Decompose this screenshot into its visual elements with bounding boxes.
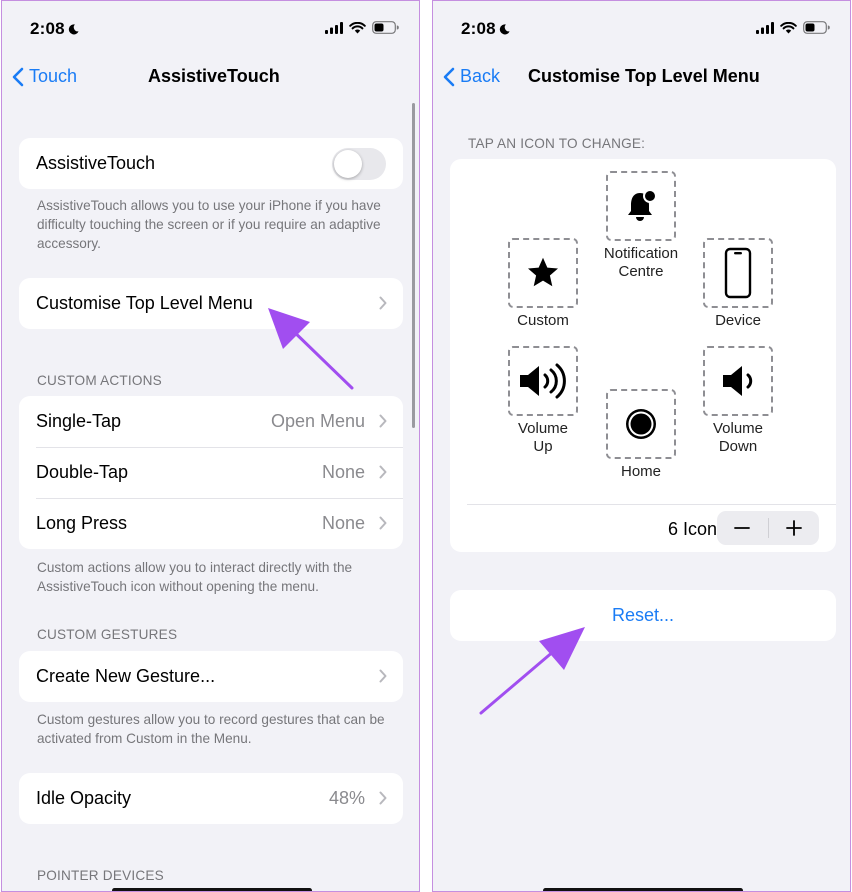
custom-actions-footer: Custom actions allow you to interact dir… bbox=[37, 560, 353, 594]
back-label: Touch bbox=[29, 66, 78, 86]
star-icon bbox=[528, 257, 558, 287]
idle-opacity-card: Idle Opacity 48% bbox=[19, 773, 403, 824]
single-tap-row[interactable]: Single-Tap Open Menu bbox=[19, 396, 403, 447]
minus-icon bbox=[734, 527, 751, 529]
slot-label: Device bbox=[715, 312, 761, 329]
slot-box bbox=[606, 171, 676, 241]
home-button-icon bbox=[626, 409, 656, 439]
single-tap-value: Open Menu bbox=[270, 411, 365, 431]
settings-screen-assistivetouch: 2:08 Touch AssistiveTouch AssistiveTouch… bbox=[1, 0, 420, 892]
pointer-devices-header: POINTER DEVICES bbox=[37, 868, 164, 883]
chevron-right-icon bbox=[379, 516, 387, 530]
back-label: Back bbox=[460, 66, 501, 86]
assistivetouch-footer: AssistiveTouch allows you to use your iP… bbox=[37, 198, 381, 251]
cellular-signal-icon bbox=[325, 21, 343, 34]
annotation-arrow-icon bbox=[479, 627, 585, 715]
plus-icon bbox=[785, 520, 802, 536]
single-tap-label: Single-Tap bbox=[36, 411, 122, 431]
create-new-gesture-row[interactable]: Create New Gesture... bbox=[19, 651, 403, 702]
phone-icon bbox=[724, 247, 752, 299]
customise-label: Customise Top Level Menu bbox=[36, 293, 253, 313]
chevron-right-icon bbox=[379, 465, 387, 479]
toggle-knob bbox=[334, 150, 362, 178]
chevron-right-icon bbox=[379, 296, 387, 310]
tap-icon-header: TAP AN ICON TO CHANGE: bbox=[468, 136, 646, 151]
page-title: AssistiveTouch bbox=[148, 66, 280, 86]
assistivetouch-label: AssistiveTouch bbox=[36, 153, 156, 173]
slot-volume-up[interactable]: Volume Up bbox=[488, 346, 598, 456]
annotation-arrow-icon bbox=[268, 308, 354, 390]
long-press-value: None bbox=[321, 513, 365, 533]
slot-label: Volume Up bbox=[517, 420, 569, 455]
idle-opacity-row[interactable]: Idle Opacity 48% bbox=[19, 773, 403, 824]
slot-label: Notification Centre bbox=[603, 245, 679, 280]
moon-icon bbox=[499, 24, 510, 35]
slot-box bbox=[606, 389, 676, 459]
assistivetouch-row: AssistiveTouch bbox=[19, 138, 403, 189]
slot-box bbox=[508, 238, 578, 308]
decrement-button[interactable] bbox=[717, 511, 768, 545]
slot-notification-centre[interactable]: Notification Centre bbox=[586, 171, 696, 281]
slot-box bbox=[703, 238, 773, 308]
speaker-loud-icon bbox=[520, 363, 566, 399]
back-button[interactable]: Touch bbox=[12, 66, 77, 87]
top-level-menu-card: Notification Centre Custom Device Volume… bbox=[450, 159, 836, 552]
slot-device[interactable]: Device bbox=[683, 238, 793, 330]
increment-button[interactable] bbox=[769, 511, 820, 545]
idle-opacity-label: Idle Opacity bbox=[36, 788, 132, 808]
custom-actions-card: Single-Tap Open Menu Double-Tap None Lon… bbox=[19, 396, 403, 549]
home-indicator bbox=[112, 888, 312, 891]
custom-gestures-card: Create New Gesture... bbox=[19, 651, 403, 702]
cellular-signal-icon bbox=[756, 21, 774, 34]
long-press-label: Long Press bbox=[36, 513, 128, 533]
double-tap-label: Double-Tap bbox=[36, 462, 129, 482]
chevron-left-icon bbox=[443, 67, 455, 86]
custom-actions-header: CUSTOM ACTIONS bbox=[37, 373, 162, 388]
battery-icon bbox=[372, 21, 399, 34]
icon-count-stepper bbox=[717, 511, 819, 545]
wifi-icon bbox=[349, 21, 366, 33]
scrollbar[interactable] bbox=[412, 103, 415, 428]
chevron-right-icon bbox=[379, 791, 387, 805]
create-new-gesture-label: Create New Gesture... bbox=[36, 666, 216, 686]
divider bbox=[467, 504, 836, 505]
slot-label: Home bbox=[620, 463, 661, 480]
chevron-right-icon bbox=[379, 414, 387, 428]
battery-icon bbox=[803, 21, 830, 34]
slot-home[interactable]: Home bbox=[586, 389, 696, 481]
home-indicator bbox=[543, 888, 743, 891]
speaker-quiet-icon bbox=[723, 366, 753, 396]
assistivetouch-card: AssistiveTouch bbox=[19, 138, 403, 189]
slot-box bbox=[508, 346, 578, 416]
navigation-bar: Back Customise Top Level Menu bbox=[433, 61, 850, 93]
idle-opacity-value: 48% bbox=[328, 788, 365, 808]
long-press-row[interactable]: Long Press None bbox=[19, 498, 403, 549]
back-button[interactable]: Back bbox=[443, 66, 500, 87]
slot-custom[interactable]: Custom bbox=[488, 238, 598, 330]
double-tap-row[interactable]: Double-Tap None bbox=[19, 447, 403, 498]
slot-label: Volume Down bbox=[712, 420, 764, 455]
status-time: 2:08 bbox=[30, 19, 79, 39]
custom-gestures-footer: Custom gestures allow you to record gest… bbox=[37, 712, 385, 746]
custom-gestures-header: CUSTOM GESTURES bbox=[37, 627, 178, 642]
slot-volume-down[interactable]: Volume Down bbox=[683, 346, 793, 456]
wifi-icon bbox=[780, 21, 797, 33]
status-time: 2:08 bbox=[461, 19, 510, 39]
status-bar: 2:08 bbox=[433, 15, 850, 43]
navigation-bar: Touch AssistiveTouch bbox=[2, 61, 419, 93]
page-title: Customise Top Level Menu bbox=[528, 66, 760, 86]
bell-icon bbox=[628, 189, 657, 221]
customise-top-level-menu-screen: 2:08 Back Customise Top Level Menu TAP A… bbox=[432, 0, 851, 892]
chevron-left-icon bbox=[12, 67, 24, 86]
slot-label: Custom bbox=[517, 312, 569, 329]
slot-box bbox=[703, 346, 773, 416]
moon-icon bbox=[68, 24, 79, 35]
assistivetouch-toggle[interactable] bbox=[332, 148, 386, 180]
double-tap-value: None bbox=[321, 462, 365, 482]
status-bar: 2:08 bbox=[2, 15, 419, 43]
chevron-right-icon bbox=[379, 669, 387, 683]
